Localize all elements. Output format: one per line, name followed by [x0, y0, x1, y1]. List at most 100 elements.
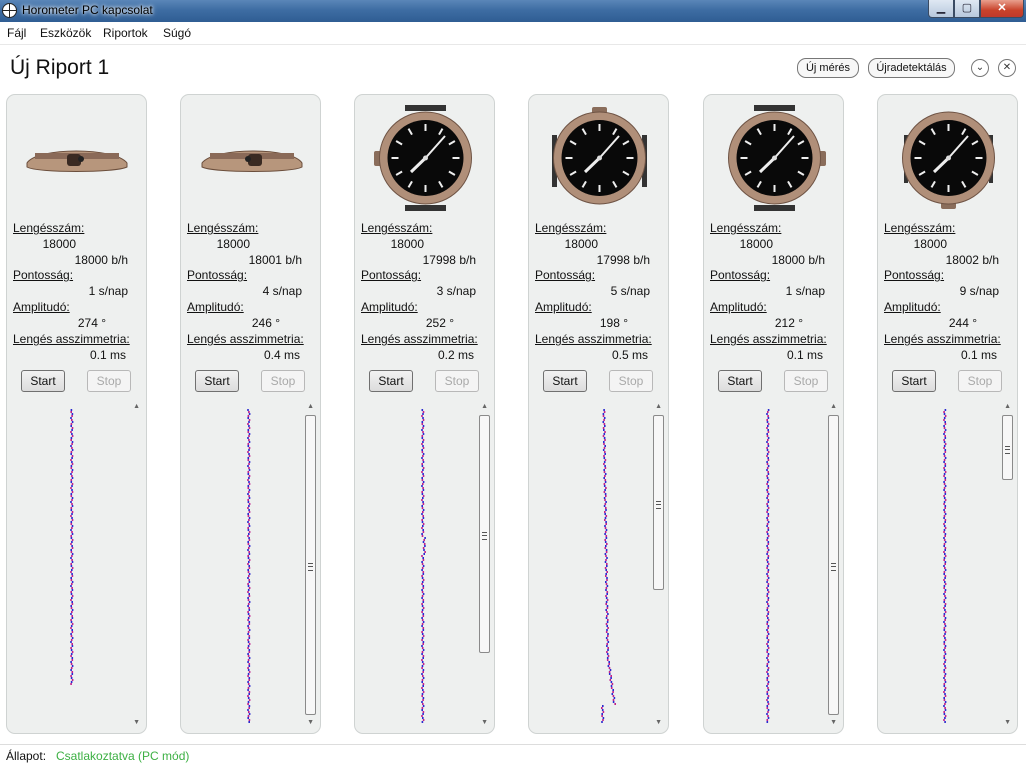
asymmetry-label: Lengés asszimmetria:: [884, 332, 1001, 346]
scroll-up-icon[interactable]: ▲: [655, 403, 662, 410]
beat-nominal-value: 18000: [739, 237, 773, 251]
beat-label: Lengésszám:: [535, 221, 607, 235]
rate-label: Pontosság:: [13, 268, 74, 282]
stop-button[interactable]: Stop: [261, 370, 305, 392]
rate-value: 5 s/nap: [610, 284, 650, 298]
amplitude-value: 252 °: [425, 316, 454, 330]
amplitude-label: Amplitudó:: [710, 300, 767, 314]
amplitude-label: Amplitudó:: [187, 300, 244, 314]
watch-panel-6: Lengésszám: 18000 18002 b/h Pontosság: 9 s/n…: [877, 94, 1018, 734]
menu-help[interactable]: Súgó: [163, 26, 191, 40]
beat-trace: [421, 409, 426, 723]
app-icon: [2, 3, 17, 18]
beat-trace: [70, 409, 74, 685]
start-button[interactable]: Start: [21, 370, 65, 392]
beat-nominal-value: 18000: [564, 237, 598, 251]
asymmetry-label: Lengés asszimmetria:: [535, 332, 652, 346]
minimize-button[interactable]: ▁: [928, 0, 954, 18]
amplitude-value: 246 °: [251, 316, 280, 330]
new-measurement-button[interactable]: Új mérés: [797, 58, 859, 78]
start-button[interactable]: Start: [718, 370, 762, 392]
stop-button[interactable]: Stop: [784, 370, 828, 392]
scroll-up-icon[interactable]: ▲: [1004, 403, 1011, 410]
beat-measured-value: 17998 b/h: [596, 253, 650, 267]
asymmetry-value: 0.1 ms: [960, 348, 997, 362]
stop-button[interactable]: Stop: [958, 370, 1002, 392]
menu-tools[interactable]: Eszközök: [40, 26, 91, 40]
menu-reports[interactable]: Riportok: [103, 26, 148, 40]
amplitude-label: Amplitudó:: [535, 300, 592, 314]
redetect-button[interactable]: Újradetektálás: [868, 58, 955, 78]
asymmetry-value: 0.4 ms: [263, 348, 300, 362]
scroll-up-icon[interactable]: ▲: [481, 403, 488, 410]
menu-file[interactable]: Fájl: [7, 26, 26, 40]
beat-nominal-value: 18000: [42, 237, 76, 251]
asymmetry-value: 0.5 ms: [611, 348, 648, 362]
stop-button[interactable]: Stop: [87, 370, 131, 392]
asymmetry-value: 0.1 ms: [89, 348, 126, 362]
beat-trace: [601, 409, 616, 723]
menu-bar: Fájl Eszközök Riportok Súgó: [0, 22, 1026, 45]
start-button[interactable]: Start: [892, 370, 936, 392]
rate-value: 9 s/nap: [959, 284, 999, 298]
rate-value: 4 s/nap: [262, 284, 302, 298]
scrollbar-thumb[interactable]: [1002, 415, 1013, 480]
status-bar: Állapot: Csatlakoztatva (PC mód): [0, 744, 1026, 769]
rate-value: 1 s/nap: [785, 284, 825, 298]
scroll-up-icon[interactable]: ▲: [830, 403, 837, 410]
status-value: Csatlakoztatva (PC mód): [56, 749, 190, 763]
beat-measured-value: 18002 b/h: [945, 253, 999, 267]
scroll-down-icon[interactable]: ▼: [830, 719, 837, 726]
watch-image: [552, 107, 647, 205]
scroll-down-icon[interactable]: ▼: [133, 719, 140, 726]
grip-icon: [482, 532, 487, 540]
start-button[interactable]: Start: [543, 370, 587, 392]
status-label: Állapot:: [6, 749, 47, 763]
collapse-icon[interactable]: ⌄: [971, 59, 989, 77]
beat-trace: [766, 409, 770, 723]
amplitude-value: 198 °: [599, 316, 628, 330]
asymmetry-label: Lengés asszimmetria:: [361, 332, 478, 346]
amplitude-value: 274 °: [77, 316, 106, 330]
watch-image: [201, 150, 303, 172]
scroll-down-icon[interactable]: ▼: [481, 719, 488, 726]
title-bar[interactable]: Horometer PC kapcsolat ▁ ▢ ✕: [0, 0, 1026, 22]
beat-nominal-value: 18000: [913, 237, 947, 251]
beat-measured-value: 18001 b/h: [248, 253, 302, 267]
beat-measured-value: 18000 b/h: [771, 253, 825, 267]
beat-label: Lengésszám:: [710, 221, 782, 235]
scroll-down-icon[interactable]: ▼: [1004, 719, 1011, 726]
beat-label: Lengésszám:: [187, 221, 259, 235]
watch-panel-5: Lengésszám: 18000 18000 b/h Pontosság: 1 s/n…: [703, 94, 844, 734]
start-button[interactable]: Start: [369, 370, 413, 392]
stop-button[interactable]: Stop: [435, 370, 479, 392]
start-button[interactable]: Start: [195, 370, 239, 392]
scrollbar-thumb[interactable]: [479, 415, 490, 653]
asymmetry-label: Lengés asszimmetria:: [710, 332, 827, 346]
scroll-up-icon[interactable]: ▲: [307, 403, 314, 410]
asymmetry-value: 0.1 ms: [786, 348, 823, 362]
amplitude-label: Amplitudó:: [13, 300, 70, 314]
rate-label: Pontosság:: [535, 268, 596, 282]
rate-value: 1 s/nap: [88, 284, 128, 298]
beat-trace: [247, 409, 251, 723]
scrollbar-thumb[interactable]: [305, 415, 316, 715]
close-window-button[interactable]: ✕: [980, 0, 1024, 18]
watch-image: [374, 105, 472, 211]
scroll-down-icon[interactable]: ▼: [307, 719, 314, 726]
amplitude-value: 212 °: [774, 316, 803, 330]
beat-label: Lengésszám:: [884, 221, 956, 235]
scroll-down-icon[interactable]: ▼: [655, 719, 662, 726]
scrollbar-thumb[interactable]: [653, 415, 664, 590]
watch-panel-2: Lengésszám: 18000 18001 b/h Pontosság: 4 s/n…: [180, 94, 321, 734]
watch-panel-4: Lengésszám: 18000 17998 b/h Pontosság: 5 s/n…: [528, 94, 669, 734]
maximize-button[interactable]: ▢: [954, 0, 980, 18]
scroll-up-icon[interactable]: ▲: [133, 403, 140, 410]
beat-trace: [943, 409, 947, 723]
watch-image: [26, 150, 128, 172]
close-report-icon[interactable]: ✕: [998, 59, 1016, 77]
stop-button[interactable]: Stop: [609, 370, 653, 392]
scrollbar-thumb[interactable]: [828, 415, 839, 715]
beat-nominal-value: 18000: [216, 237, 250, 251]
rate-value: 3 s/nap: [436, 284, 476, 298]
